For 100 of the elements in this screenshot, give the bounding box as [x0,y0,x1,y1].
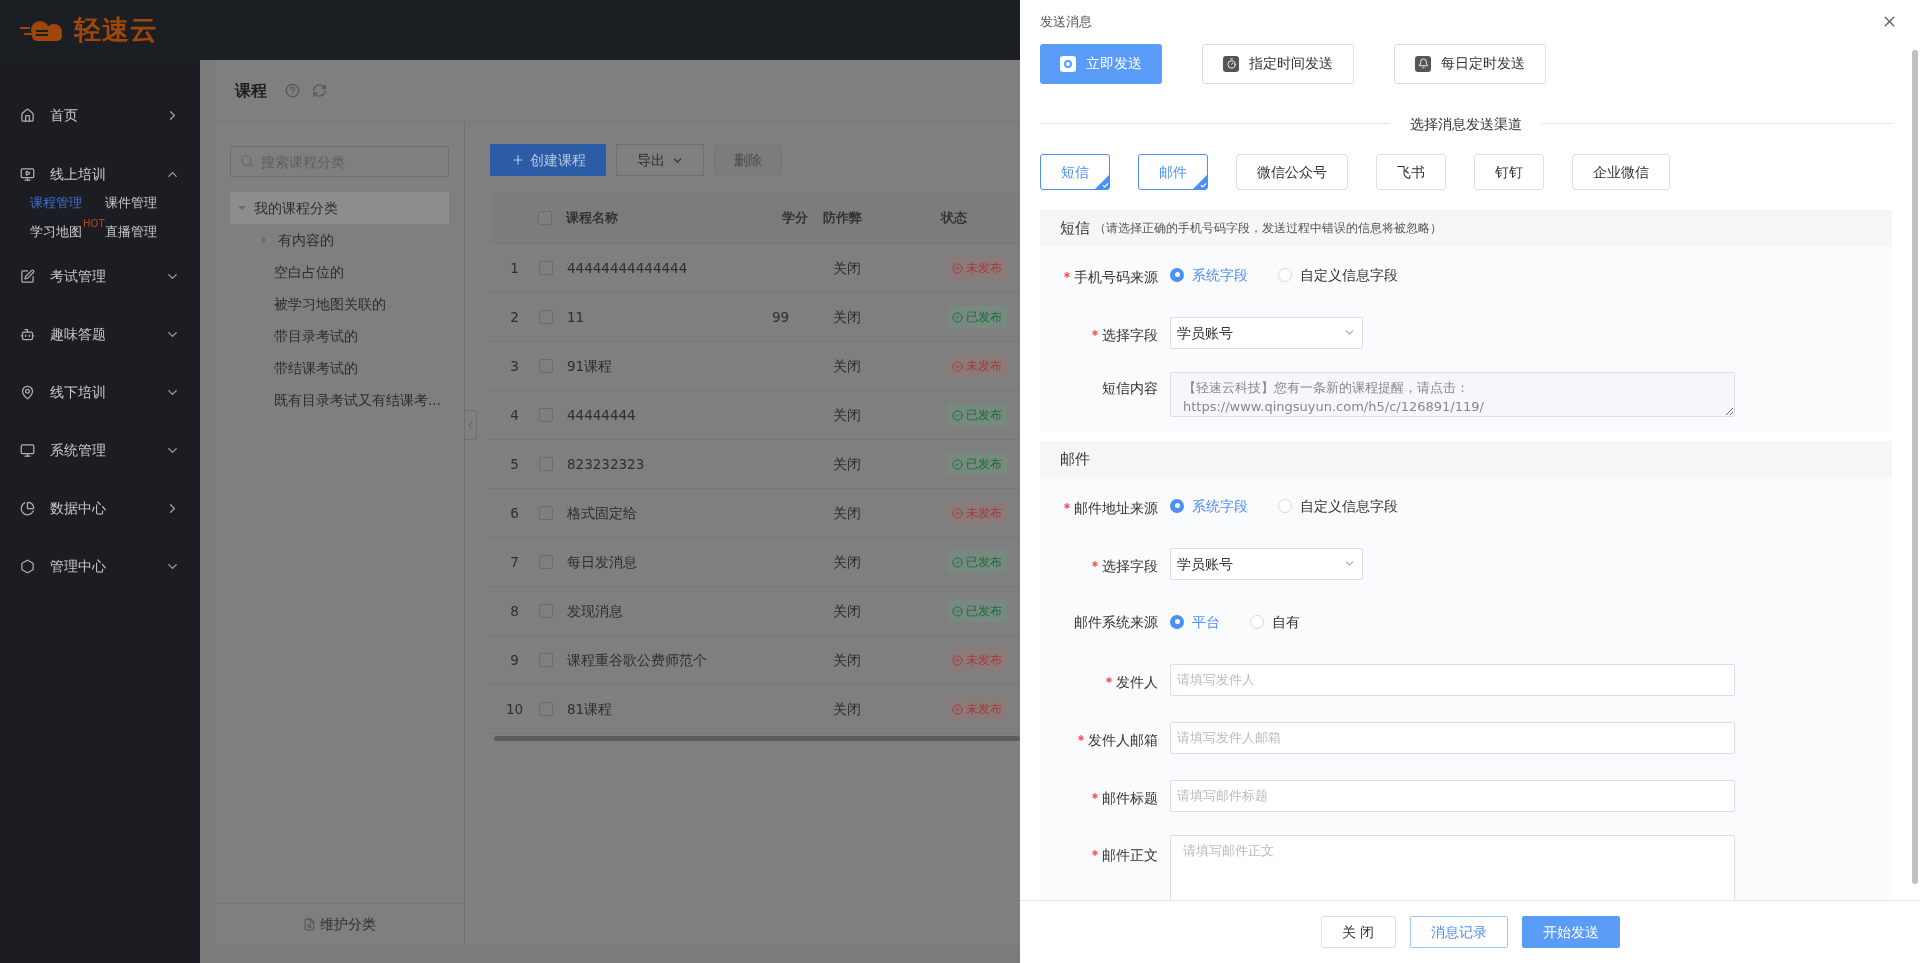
edit-icon [20,269,35,284]
home-icon [20,107,35,123]
check-circle-icon [952,409,963,421]
x-circle-icon [952,360,963,372]
row-number: 10 [504,699,525,719]
create-course-button[interactable]: 创建课程 [490,144,606,176]
nav-item[interactable]: 管理中心 [0,537,200,596]
table-cell-text: 44444444444444 [567,258,689,278]
collapse-handle[interactable] [464,410,477,440]
radio-button[interactable] [1278,498,1292,513]
drawer-title: 发送消息 [1040,13,1092,31]
section-divider-label: 选择消息发送渠道 [1409,114,1523,134]
send-mode-button[interactable]: 每日定时发送 [1394,43,1546,84]
radio-button[interactable] [1250,614,1264,629]
radio-button[interactable] [1170,498,1184,513]
required-asterisk-icon [1078,734,1084,741]
status-tag: 已发布 [947,453,1007,475]
tree-item[interactable]: 带目录考试的 [230,320,449,352]
field-label: 发件人邮箱 [1078,729,1158,750]
nav-subitem[interactable]: 课件管理 [105,194,157,213]
radio-option[interactable]: 自定义信息字段 [1278,264,1398,285]
table-cell-text: 关闭 [832,258,862,278]
textarea-field[interactable]: 请填写邮件正文 [1170,834,1735,900]
required-asterisk-icon [1064,502,1070,509]
table-cell-text: 91课程 [567,356,614,376]
bell-icon [1415,55,1431,72]
input-field[interactable]: 请填写发件人邮箱 [1170,721,1735,754]
plus-icon [510,153,525,167]
input-field[interactable]: 请填写发件人 [1170,663,1735,696]
robot-icon [20,327,35,342]
required-asterisk-icon [1106,676,1112,683]
status-tag: 未发布 [947,698,1007,720]
vertical-scrollbar[interactable] [1912,50,1918,884]
nav-item[interactable]: 数据中心 [0,479,200,538]
nav-item[interactable]: 趣味答题 [0,305,200,364]
nav-item[interactable]: 线下培训 [0,363,200,422]
field-label: 邮件系统来源 [1074,612,1158,632]
document-search-icon [303,918,316,931]
table-cell-text: 823232323 [567,454,646,474]
input-field[interactable]: 请填写邮件标题 [1170,779,1735,812]
radio-option[interactable]: 自定义信息字段 [1278,495,1398,516]
x-circle-icon [952,262,963,274]
tree-item[interactable]: 空白占位的 [230,256,449,288]
footer-button[interactable]: 关 闭 [1320,916,1396,948]
radio-option[interactable]: 自有 [1250,611,1300,632]
row-number: 9 [509,650,520,670]
map-pin-icon [20,385,35,400]
table-cell-text: 11 [567,307,586,327]
check-circle-icon [952,458,963,470]
select-field[interactable]: 学员账号 [1170,316,1363,349]
maintain-categories-button[interactable]: 维护分类 [215,903,464,945]
check-circle-icon [952,605,963,617]
tree-item[interactable]: 我的课程分类 [230,192,449,224]
nav-item[interactable]: 考试管理 [0,247,200,306]
channel-option[interactable]: 飞书 [1376,153,1446,190]
tree-item[interactable]: 带结课考试的 [230,352,449,384]
x-circle-icon [952,703,963,715]
status-tag: 已发布 [947,551,1007,573]
required-asterisk-icon [1092,329,1098,336]
status-tag: 未发布 [947,649,1007,671]
field-label: 短信内容 [1102,378,1158,398]
status-tag: 未发布 [947,257,1007,279]
table-cell-text: 关闭 [832,601,862,621]
tree-item[interactable]: 被学习地图关联的 [230,288,449,320]
table-cell-text: 关闭 [832,454,862,474]
export-button[interactable]: 导出 [616,144,704,176]
tree-item[interactable]: 既有目录考试又有结课考... [230,384,449,416]
horizontal-scrollbar[interactable] [494,736,1020,741]
search-icon [240,154,254,168]
monitor-icon [20,443,35,458]
nav-item[interactable]: 系统管理 [0,421,200,480]
field-label: 邮件正文 [1092,844,1158,865]
channel-option[interactable]: 钉钉 [1474,153,1544,190]
table-cell-text: 关闭 [832,503,862,523]
tree-item[interactable]: 有内容的 [230,224,449,256]
status-tag: 已发布 [947,600,1007,622]
radio-button[interactable] [1278,267,1292,282]
send-mode-button[interactable]: 指定时间发送 [1202,43,1354,84]
field-label: 邮件地址来源 [1064,497,1158,518]
help-icon[interactable] [285,83,300,98]
nav-item[interactable]: 线上培训 [0,154,200,194]
table-cell-text: 关闭 [832,307,862,327]
table-cell-text: 关闭 [832,405,862,425]
radio-button[interactable] [1170,614,1184,629]
row-number: 8 [509,601,520,621]
nav-subitem[interactable]: 直播管理 [105,222,157,242]
radio-button[interactable] [1170,267,1184,282]
nav-subitem[interactable]: 学习地图 [30,222,82,242]
field-label: 选择字段 [1092,324,1158,345]
table-cell-text: 发现消息 [567,601,624,621]
select-field[interactable]: 学员账号 [1170,547,1363,580]
channel-option[interactable]: 企业微信 [1572,153,1670,190]
nav-subitem[interactable]: 课程管理 [30,194,82,213]
channel-option[interactable]: 微信公众号 [1236,153,1348,190]
nav-item[interactable]: 首页 [0,86,200,144]
check-circle-icon [952,556,963,568]
table-cell-text: 格式固定给 [567,503,638,523]
field-label: 发件人 [1106,671,1158,692]
refresh-icon[interactable] [312,83,327,98]
row-number: 7 [509,552,520,572]
